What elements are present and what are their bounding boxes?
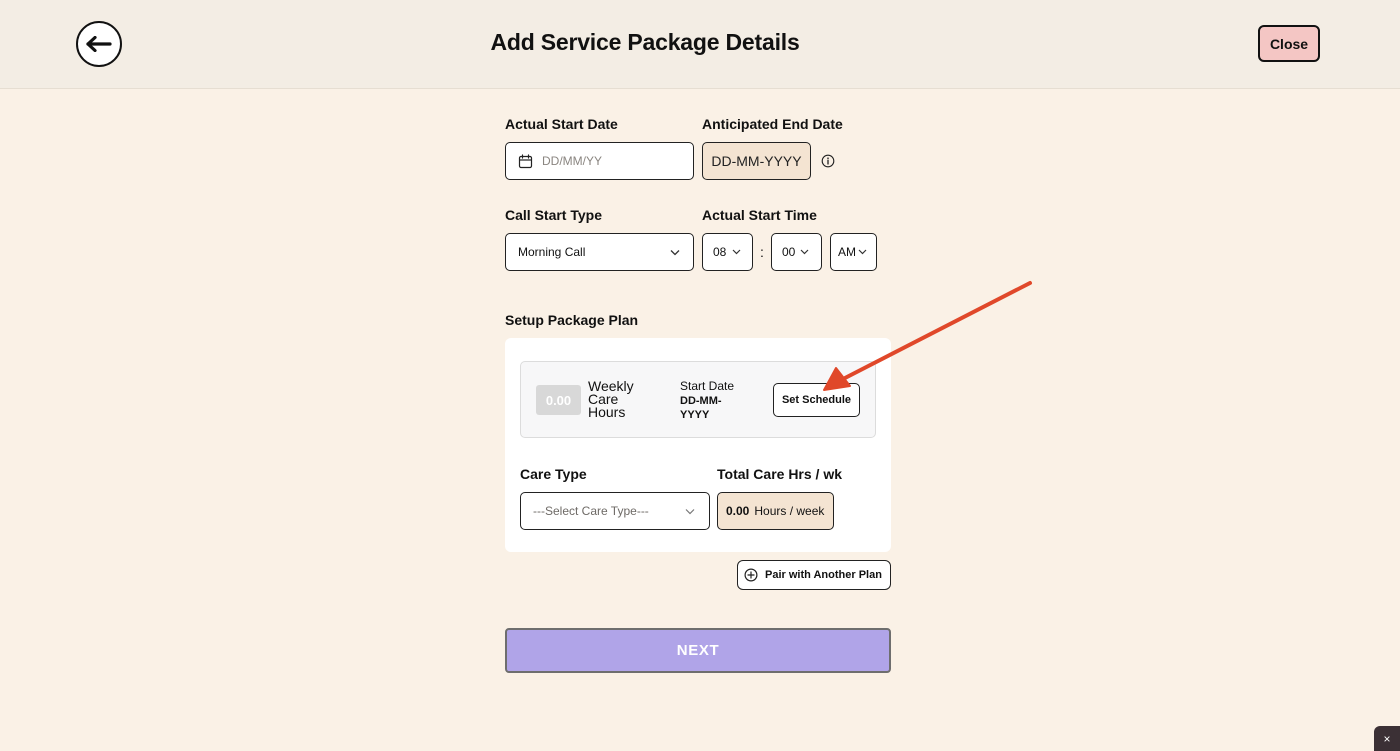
setup-package-plan-label: Setup Package Plan bbox=[505, 312, 639, 328]
chevron-down-icon bbox=[800, 249, 809, 255]
actual-start-time-label: Actual Start Time bbox=[702, 207, 817, 223]
anticipated-end-date-label: Anticipated End Date bbox=[702, 116, 843, 132]
anticipated-end-date-value: DD-MM-YYYY bbox=[711, 153, 802, 169]
actual-start-date-placeholder: DD/MM/YY bbox=[542, 154, 602, 168]
total-care-hours-label: Total Care Hrs / wk bbox=[717, 466, 843, 482]
total-care-hours-field: 0.00 Hours / week bbox=[717, 492, 834, 530]
time-separator: : bbox=[760, 244, 764, 260]
call-start-type-select[interactable]: Morning Call bbox=[505, 233, 694, 271]
pair-button-label: Pair with Another Plan bbox=[765, 569, 882, 581]
start-period-select[interactable]: AM bbox=[830, 233, 877, 271]
total-care-hours-value: 0.00 bbox=[726, 504, 750, 518]
plus-circle-icon bbox=[744, 568, 758, 582]
care-type-placeholder: ---Select Care Type--- bbox=[533, 504, 649, 518]
chevron-down-icon bbox=[732, 249, 741, 255]
set-schedule-button[interactable]: Set Schedule bbox=[773, 383, 860, 417]
plan-start-date-value: DD-MM-YYYY bbox=[680, 395, 722, 421]
care-type-select[interactable]: ---Select Care Type--- bbox=[520, 492, 710, 530]
start-hour-value: 08 bbox=[713, 245, 727, 259]
call-start-type-value: Morning Call bbox=[518, 245, 586, 259]
start-minute-select[interactable]: 00 bbox=[771, 233, 822, 271]
weekly-care-hours-label: Weekly Care Hours bbox=[588, 378, 634, 420]
pair-with-another-plan-button[interactable]: Pair with Another Plan bbox=[737, 560, 891, 590]
chevron-down-icon bbox=[858, 249, 867, 255]
actual-start-date-input[interactable]: DD/MM/YY bbox=[505, 142, 694, 180]
weekly-hours-value: 0.00 bbox=[536, 385, 581, 415]
care-type-label: Care Type bbox=[520, 466, 587, 482]
plan-start-date-label: Start Date bbox=[680, 379, 735, 393]
header-bar: Add Service Package Details Close bbox=[0, 0, 1400, 89]
start-period-value: AM bbox=[838, 245, 856, 259]
total-care-hours-unit: Hours / week bbox=[754, 504, 825, 518]
chevron-down-icon bbox=[685, 509, 695, 515]
anticipated-end-date-field: DD-MM-YYYY bbox=[702, 142, 811, 180]
chevron-down-icon bbox=[670, 250, 680, 256]
start-hour-select[interactable]: 08 bbox=[702, 233, 753, 271]
page-title: Add Service Package Details bbox=[490, 29, 800, 55]
next-button[interactable]: NEXT bbox=[505, 628, 891, 673]
info-icon[interactable] bbox=[821, 154, 835, 168]
actual-start-date-label: Actual Start Date bbox=[505, 116, 618, 132]
call-start-type-label: Call Start Type bbox=[505, 207, 602, 223]
close-button[interactable]: Close bbox=[1258, 25, 1320, 62]
corner-close-widget[interactable]: × bbox=[1374, 726, 1400, 751]
calendar-icon bbox=[518, 153, 533, 168]
start-minute-value: 00 bbox=[782, 245, 796, 259]
